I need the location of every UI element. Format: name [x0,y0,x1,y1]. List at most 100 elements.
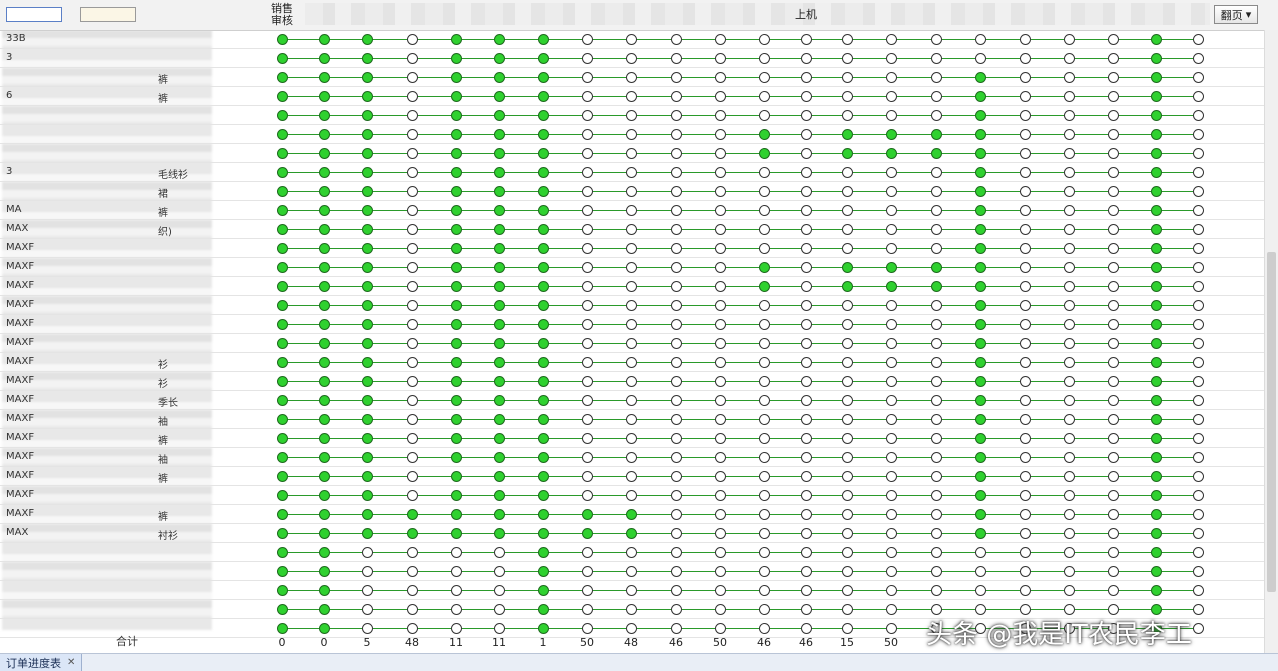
step-done-icon[interactable] [493,395,505,406]
step-pending-icon[interactable] [885,319,897,330]
step-pending-icon[interactable] [714,585,726,596]
step-done-icon[interactable] [930,262,942,273]
step-done-icon[interactable] [758,129,770,140]
table-row[interactable]: MAXF [0,277,1264,296]
step-pending-icon[interactable] [670,604,682,615]
step-done-icon[interactable] [1150,509,1162,520]
step-pending-icon[interactable] [800,338,812,349]
step-done-icon[interactable] [450,490,462,501]
step-pending-icon[interactable] [581,300,593,311]
step-pending-icon[interactable] [1107,566,1119,577]
step-pending-icon[interactable] [581,376,593,387]
step-done-icon[interactable] [493,528,505,539]
step-pending-icon[interactable] [406,91,418,102]
step-done-icon[interactable] [450,395,462,406]
step-pending-icon[interactable] [930,53,942,64]
step-pending-icon[interactable] [930,471,942,482]
step-pending-icon[interactable] [625,110,637,121]
step-pending-icon[interactable] [1107,110,1119,121]
step-pending-icon[interactable] [625,34,637,45]
step-pending-icon[interactable] [406,148,418,159]
step-pending-icon[interactable] [800,357,812,368]
step-pending-icon[interactable] [841,490,853,501]
step-pending-icon[interactable] [714,129,726,140]
step-done-icon[interactable] [450,319,462,330]
step-pending-icon[interactable] [714,205,726,216]
step-pending-icon[interactable] [1019,376,1031,387]
step-pending-icon[interactable] [670,167,682,178]
step-pending-icon[interactable] [714,471,726,482]
step-pending-icon[interactable] [800,110,812,121]
step-pending-icon[interactable] [758,91,770,102]
step-pending-icon[interactable] [581,452,593,463]
step-done-icon[interactable] [450,72,462,83]
step-pending-icon[interactable] [1192,547,1204,558]
step-done-icon[interactable] [318,547,330,558]
step-done-icon[interactable] [276,91,288,102]
step-pending-icon[interactable] [1019,186,1031,197]
step-done-icon[interactable] [276,604,288,615]
step-pending-icon[interactable] [1019,129,1031,140]
step-pending-icon[interactable] [1063,281,1075,292]
step-pending-icon[interactable] [841,547,853,558]
table-row[interactable]: 裙 [0,182,1264,201]
step-pending-icon[interactable] [406,357,418,368]
step-pending-icon[interactable] [1019,395,1031,406]
step-pending-icon[interactable] [625,91,637,102]
step-pending-icon[interactable] [1107,34,1119,45]
step-done-icon[interactable] [885,129,897,140]
step-pending-icon[interactable] [800,547,812,558]
step-done-icon[interactable] [318,34,330,45]
step-pending-icon[interactable] [1063,205,1075,216]
step-pending-icon[interactable] [361,585,373,596]
table-row[interactable]: MAX 衬衫 [0,524,1264,543]
step-done-icon[interactable] [1150,395,1162,406]
step-done-icon[interactable] [493,262,505,273]
step-pending-icon[interactable] [800,452,812,463]
step-pending-icon[interactable] [1192,376,1204,387]
step-pending-icon[interactable] [581,72,593,83]
step-pending-icon[interactable] [841,243,853,254]
step-pending-icon[interactable] [670,91,682,102]
step-pending-icon[interactable] [1192,167,1204,178]
step-pending-icon[interactable] [1063,243,1075,254]
step-done-icon[interactable] [974,357,986,368]
step-pending-icon[interactable] [930,547,942,558]
step-pending-icon[interactable] [1107,205,1119,216]
step-pending-icon[interactable] [1063,186,1075,197]
step-pending-icon[interactable] [930,91,942,102]
step-pending-icon[interactable] [758,53,770,64]
step-pending-icon[interactable] [625,547,637,558]
step-done-icon[interactable] [974,110,986,121]
step-pending-icon[interactable] [800,148,812,159]
step-done-icon[interactable] [450,148,462,159]
step-done-icon[interactable] [974,471,986,482]
step-pending-icon[interactable] [1063,338,1075,349]
step-pending-icon[interactable] [885,186,897,197]
step-pending-icon[interactable] [714,395,726,406]
step-pending-icon[interactable] [714,319,726,330]
step-done-icon[interactable] [450,129,462,140]
step-pending-icon[interactable] [758,34,770,45]
step-pending-icon[interactable] [670,414,682,425]
step-pending-icon[interactable] [670,281,682,292]
step-done-icon[interactable] [318,490,330,501]
step-done-icon[interactable] [885,281,897,292]
step-done-icon[interactable] [276,395,288,406]
step-pending-icon[interactable] [885,585,897,596]
step-done-icon[interactable] [537,395,549,406]
table-row[interactable]: MAXF [0,486,1264,505]
column-header[interactable]: 销售 审核 [262,0,302,30]
step-pending-icon[interactable] [885,566,897,577]
step-pending-icon[interactable] [1192,338,1204,349]
step-pending-icon[interactable] [406,281,418,292]
step-pending-icon[interactable] [625,357,637,368]
step-pending-icon[interactable] [361,566,373,577]
step-pending-icon[interactable] [406,319,418,330]
step-pending-icon[interactable] [885,91,897,102]
table-row[interactable]: MAXF [0,334,1264,353]
step-done-icon[interactable] [318,395,330,406]
step-pending-icon[interactable] [714,509,726,520]
step-done-icon[interactable] [361,376,373,387]
vertical-scrollbar[interactable] [1264,30,1278,653]
